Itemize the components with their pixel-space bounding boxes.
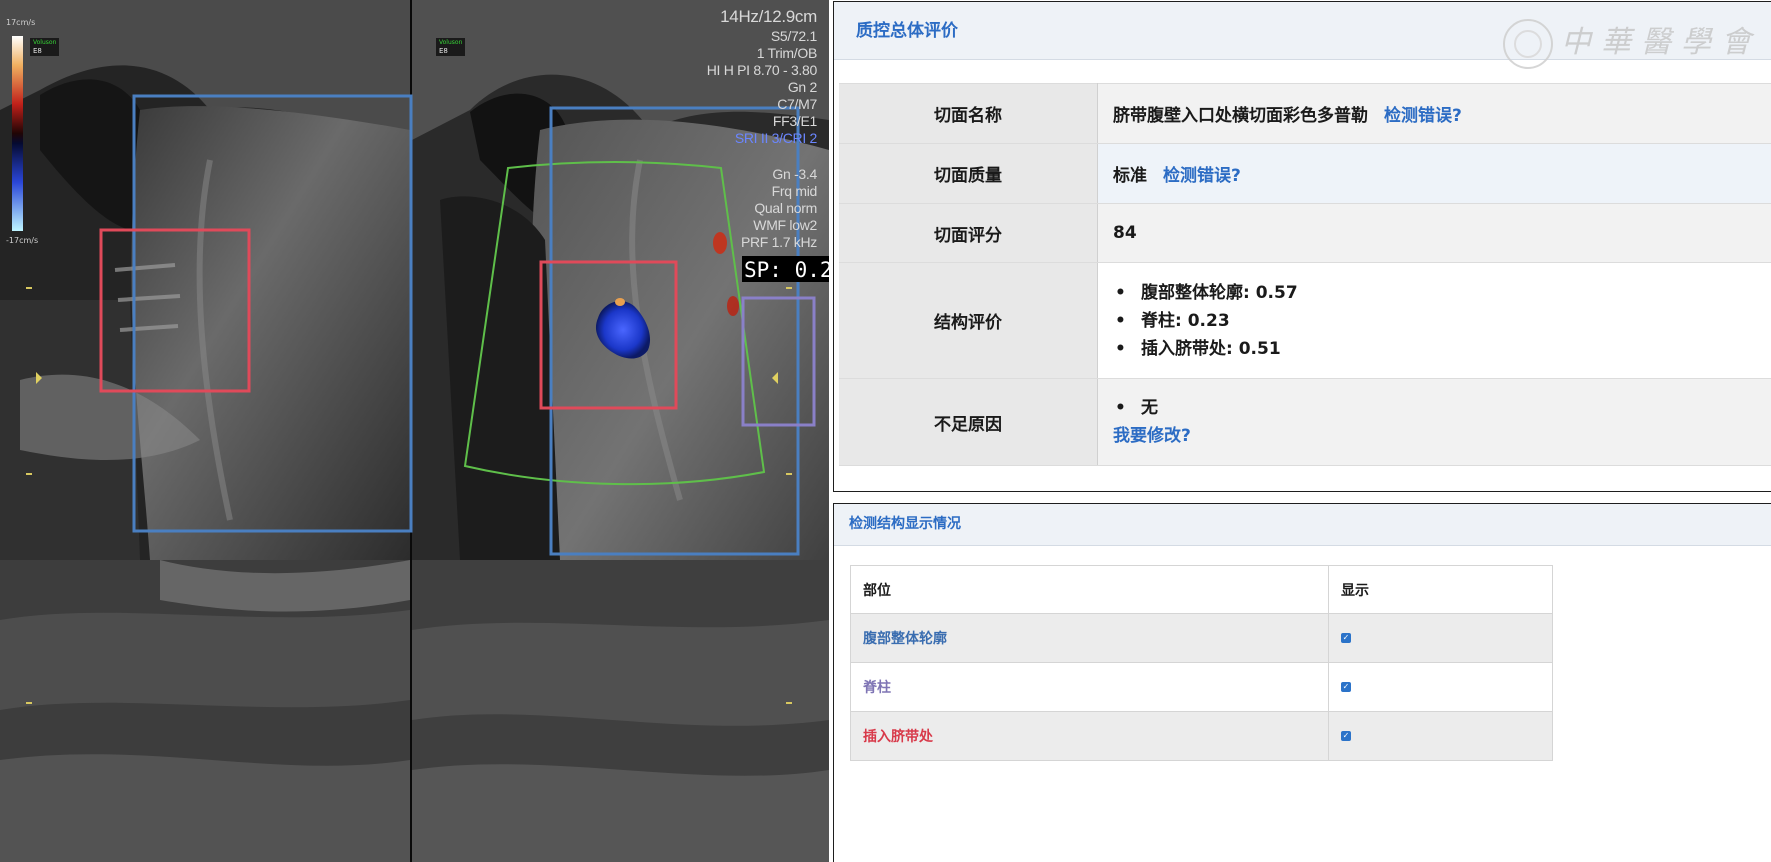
checkbox-checked-icon[interactable]: ✓ [1341,633,1351,643]
sp-score-label: SP: 0.2 [742,256,829,282]
row-key: 结构评价 [839,262,1098,379]
table-row: 切面评分 84 [839,203,1771,263]
edit-link[interactable]: 我要修改? [1113,426,1191,446]
probe-badge-right: Voluson E8 [436,38,466,56]
checkbox-checked-icon[interactable]: ✓ [1341,682,1351,692]
scan-param-line: SRI II 3/CRI 2 [734,130,817,146]
table-row: 插入脐带处 ✓ [850,711,1553,761]
scan-param-line: 14Hz/12.9cm [720,7,817,26]
detection-panel-title: 检测结构显示情况 [834,504,1771,546]
shown-cell: ✓ [1328,613,1553,663]
plane-score: 84 [1097,203,1771,263]
plane-name: 脐带腹壁入口处横切面彩色多普勒 [1113,106,1368,126]
scan-param-line: 1 Trim/OB [756,45,818,61]
part-label: 脊柱 [850,662,1329,712]
plane-quality: 标准 [1113,166,1147,186]
watermark-logo: 中華醫學會 [1503,17,1761,69]
scan-param-line: FF3/E1 [772,113,817,129]
list-item: 脊柱: 0.23 [1113,307,1771,335]
scan-param-line: Gn -3.4 [772,166,817,182]
doppler-flow-red [713,232,727,254]
table-row: 腹部整体轮廓 ✓ [850,613,1553,663]
part-label: 插入脐带处 [850,711,1329,761]
list-item: 无 [1113,394,1771,422]
scan-param-line: Qual norm [754,200,817,216]
scale-bottom-label: -17cm/s [6,236,39,245]
list-item: 腹部整体轮廓: 0.57 [1113,279,1771,307]
table-row: 结构评价 腹部整体轮廓: 0.57 脊柱: 0.23 插入脐带处: 0.51 [839,262,1771,379]
ultrasound-image [0,0,829,862]
scan-param-line: HI H PI 8.70 - 3.80 [706,62,818,78]
ultrasound-viewer: 17cm/s -17cm/s Voluson E8 Voluson E8 14Hz/… [0,0,829,862]
table-row: 不足原因 无 我要修改? [839,378,1771,466]
row-value: 腹部整体轮廓: 0.57 脊柱: 0.23 插入脐带处: 0.51 [1097,262,1771,379]
qc-table: 切面名称 脐带腹壁入口处横切面彩色多普勒 检测错误? 切面质量 标准 检测错误? 切… [839,83,1771,466]
row-key: 切面名称 [839,83,1098,144]
scan-param-line: C7/M7 [777,96,817,112]
table-row: 切面质量 标准 检测错误? [839,143,1771,204]
row-value: 标准 检测错误? [1097,143,1771,204]
row-key: 切面质量 [839,143,1098,204]
structure-score-list: 腹部整体轮廓: 0.57 脊柱: 0.23 插入脐带处: 0.51 [1113,279,1771,363]
scan-param-line: WMF low2 [753,217,817,233]
part-label: 腹部整体轮廓 [850,613,1329,663]
row-key: 不足原因 [839,378,1098,466]
report-error-link[interactable]: 检测错误? [1384,106,1462,126]
scan-param-line: PRF 1.7 kHz [740,234,817,250]
column-header-shown: 显示 [1328,565,1553,614]
checkbox-checked-icon[interactable]: ✓ [1341,731,1351,741]
seal-icon [1503,19,1553,69]
detection-panel: 检测结构显示情况 部位 显示 腹部整体轮廓 ✓ 脊柱 ✓ 插入脐带处 ✓ [833,503,1771,862]
velocity-color-bar [12,36,23,231]
column-header-part: 部位 [850,565,1329,614]
report-error-link[interactable]: 检测错误? [1163,166,1241,186]
shown-cell: ✓ [1328,662,1553,712]
table-row: 切面名称 脐带腹壁入口处横切面彩色多普勒 检测错误? [839,83,1771,144]
probe-badge-left: Voluson E8 [30,38,60,56]
list-item: 插入脐带处: 0.51 [1113,335,1771,363]
row-value: 无 我要修改? [1097,378,1771,466]
scan-param-line: Frq mid [771,183,818,199]
row-key: 切面评分 [839,203,1098,263]
row-value: 脐带腹壁入口处横切面彩色多普勒 检测错误? [1097,83,1771,144]
detection-table: 部位 显示 腹部整体轮廓 ✓ 脊柱 ✓ 插入脐带处 ✓ [850,565,1553,761]
table-header-row: 部位 显示 [850,565,1553,614]
scan-param-line: S5/72.1 [770,28,817,44]
qc-overall-panel: 质控总体评价 中華醫學會 切面名称 脐带腹壁入口处横切面彩色多普勒 检测错误? 切… [833,1,1771,492]
scan-param-line: Gn 2 [787,79,817,95]
scale-top-label: 17cm/s [6,18,36,27]
shown-cell: ✓ [1328,711,1553,761]
table-row: 脊柱 ✓ [850,662,1553,712]
deficiency-list: 无 [1113,394,1771,422]
